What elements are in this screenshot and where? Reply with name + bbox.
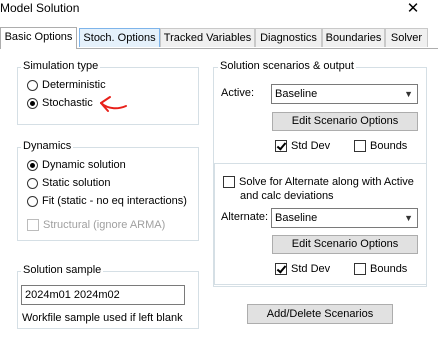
checkbox-box[interactable] [354, 263, 366, 275]
active-scenario-select[interactable]: Baseline ▼ [271, 84, 418, 104]
radio-dynamic-solution[interactable]: Dynamic solution [27, 159, 126, 171]
tab-solver[interactable]: Solver [385, 28, 428, 47]
std-dev-checkbox[interactable]: Std Dev [275, 140, 330, 152]
radio-circle[interactable] [27, 159, 38, 171]
structural-checkbox[interactable]: Structural (ignore ARMA) [27, 219, 165, 231]
radio-circle[interactable] [27, 97, 38, 109]
radio-label: Deterministic [42, 79, 106, 91]
dynamics-title: Dynamics [21, 140, 74, 152]
checkbox-label: Solve for Alternate along with Active [239, 176, 414, 188]
tab-tracked-variables[interactable]: Tracked Variables [160, 28, 255, 47]
bounds-checkbox[interactable]: Bounds [354, 140, 407, 152]
solve-alternate-label-line2: and calc deviations [240, 190, 334, 202]
checkbox-box[interactable] [223, 176, 235, 188]
radio-circle[interactable] [27, 79, 38, 91]
solve-alternate-checkbox[interactable]: Solve for Alternate along with Active [223, 176, 414, 188]
checkbox-box[interactable] [275, 140, 287, 152]
radio-fit-static[interactable]: Fit (static - no eq interactions) [27, 195, 187, 207]
tab-boundaries[interactable]: Boundaries [322, 28, 385, 47]
alternate-label: Alternate: [221, 211, 269, 223]
radio-static-solution[interactable]: Static solution [27, 177, 110, 189]
radio-stochastic[interactable]: Stochastic [27, 97, 93, 109]
solution-sample-hint: Workfile sample used if left blank [22, 312, 183, 324]
checkbox-box[interactable] [27, 219, 39, 231]
alternate-scenario-value: Baseline [275, 212, 318, 224]
radio-label: Stochastic [42, 97, 93, 109]
edit-scenario-options-button-2[interactable]: Edit Scenario Options [272, 235, 418, 254]
radio-circle[interactable] [27, 177, 38, 189]
radio-label: Static solution [42, 177, 111, 189]
edit-scenario-options-button[interactable]: Edit Scenario Options [272, 112, 418, 131]
title-bar: Model Solution ✕ [0, 0, 438, 22]
close-icon[interactable]: ✕ [398, 0, 428, 18]
checkbox-label: Structural (ignore ARMA) [43, 219, 166, 231]
active-label: Active: [221, 87, 255, 99]
tab-stoch-options[interactable]: Stoch. Options [79, 28, 160, 47]
radio-deterministic[interactable]: Deterministic [27, 79, 106, 91]
chevron-down-icon: ▼ [404, 213, 413, 223]
checkbox-label: Bounds [370, 263, 408, 275]
radio-label: Fit (static - no eq interactions) [42, 195, 187, 207]
checkbox-label: Bounds [370, 140, 408, 152]
simulation-type-title: Simulation type [21, 60, 101, 72]
chevron-down-icon: ▼ [404, 89, 413, 99]
scenarios-title: Solution scenarios & output [218, 60, 356, 72]
active-scenario-value: Baseline [275, 88, 318, 100]
solution-sample-input[interactable]: 2024m01 2024m02 [21, 285, 185, 305]
checkbox-box[interactable] [275, 263, 287, 275]
alternate-scenario-select[interactable]: Baseline ▼ [271, 208, 418, 228]
bounds-checkbox-2[interactable]: Bounds [354, 263, 407, 275]
radio-circle[interactable] [27, 195, 38, 207]
checkbox-box[interactable] [354, 140, 366, 152]
checkbox-label: Std Dev [291, 263, 331, 275]
window-title: Model Solution [0, 1, 80, 15]
tab-basic-options[interactable]: Basic Options [0, 27, 77, 49]
solution-sample-title: Solution sample [21, 264, 104, 276]
std-dev-checkbox-2[interactable]: Std Dev [275, 263, 330, 275]
tab-diagnostics[interactable]: Diagnostics [255, 28, 322, 47]
radio-label: Dynamic solution [42, 159, 126, 171]
checkbox-label: Std Dev [291, 140, 331, 152]
add-delete-scenarios-button[interactable]: Add/Delete Scenarios [247, 304, 393, 324]
annotation-arrow-icon [100, 96, 127, 112]
